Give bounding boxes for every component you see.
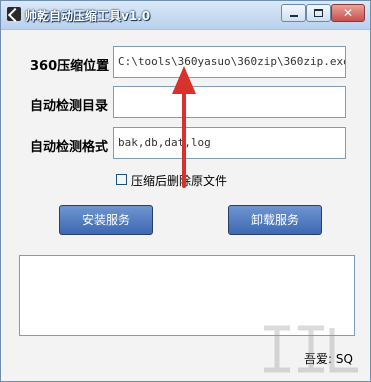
watermark-logo-icon [264,325,358,373]
